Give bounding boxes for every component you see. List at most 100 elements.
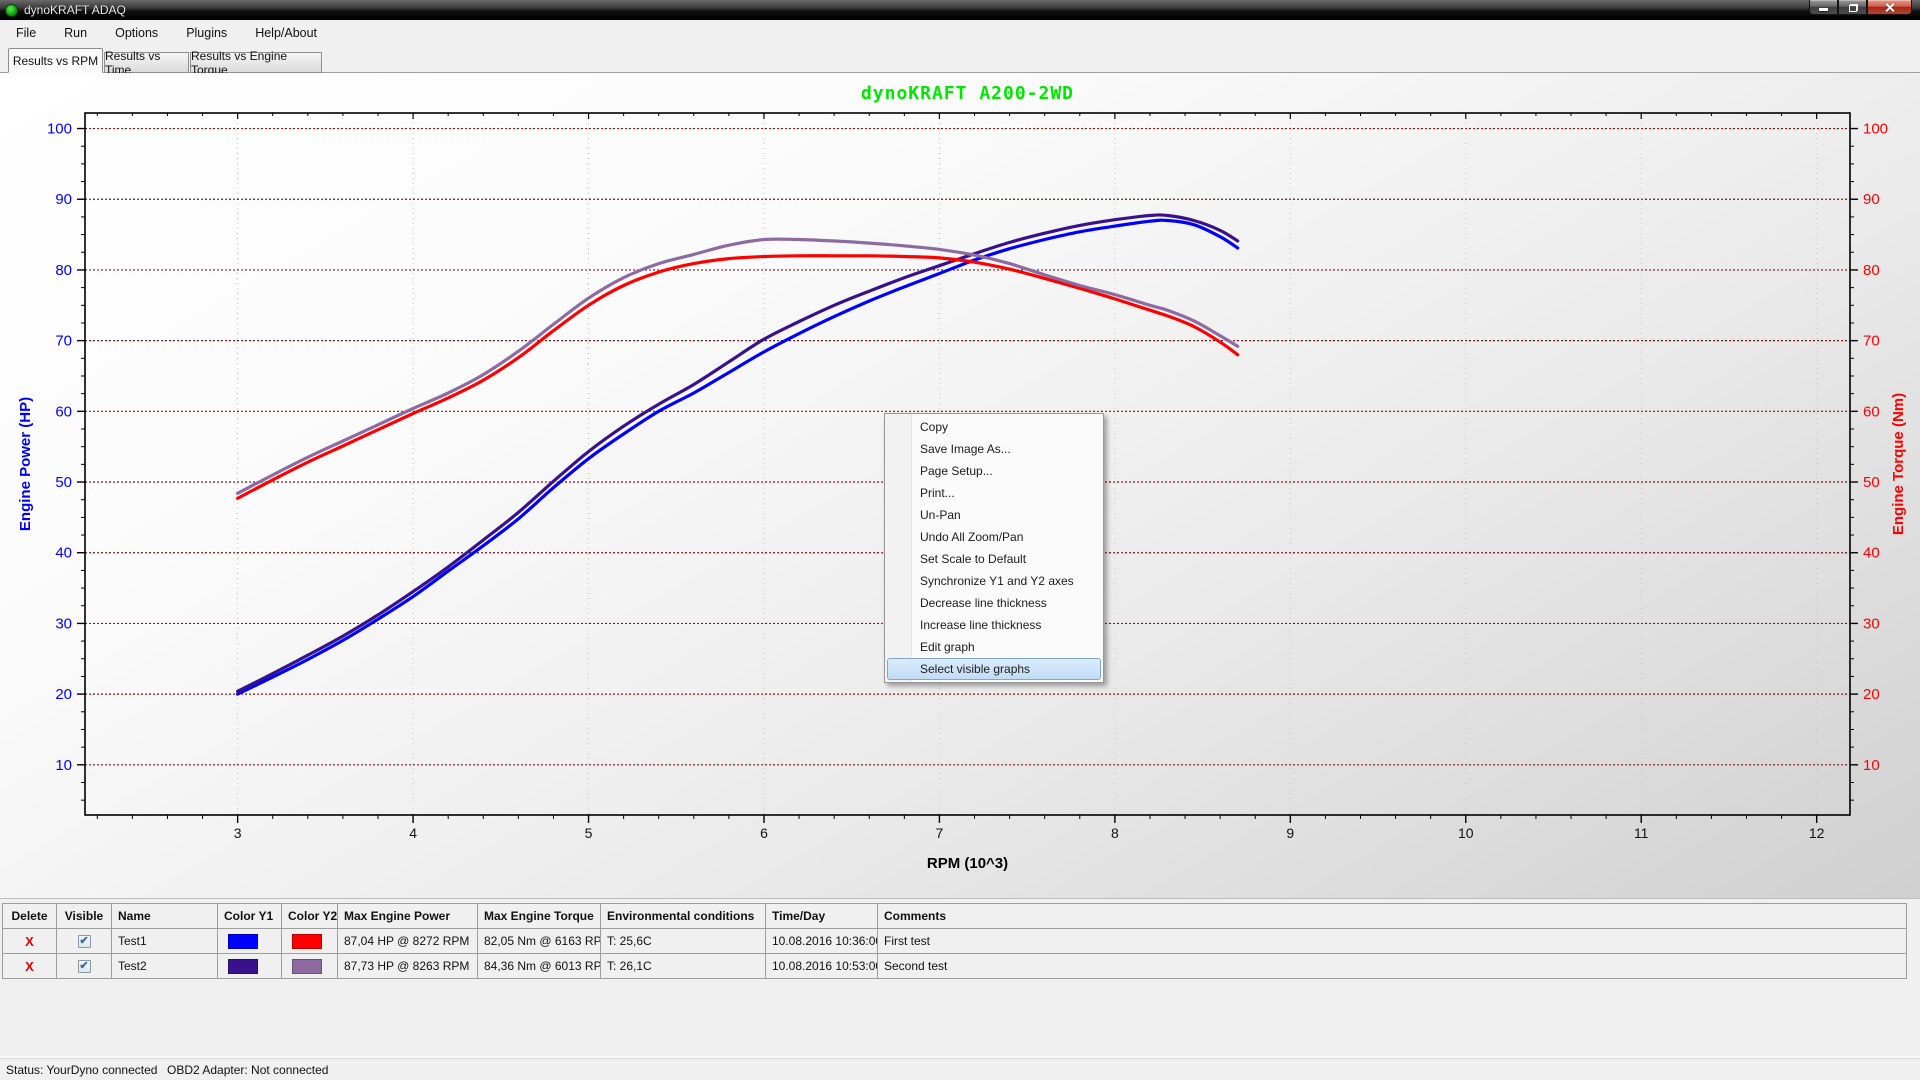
test1-env: T: 25,6C xyxy=(601,929,766,954)
y1-axis-title: Engine Power (HP) xyxy=(17,397,34,531)
test1-time-day: 10.08.2016 10:36:00 xyxy=(766,929,878,954)
app-window: { "window": { "title": "dynoKRAFT ADAQ" … xyxy=(0,0,1920,1080)
test1-max-power: 87,04 HP @ 8272 RPM xyxy=(338,929,478,954)
ctx-set-scale-default[interactable]: Set Scale to Default xyxy=(887,548,1101,570)
col-header-max-torque: Max Engine Torque xyxy=(478,904,601,929)
ctx-sync-y1-y2[interactable]: Synchronize Y1 and Y2 axes xyxy=(887,570,1101,592)
title-bar: dynoKRAFT ADAQ xyxy=(0,0,1920,20)
ctx-print[interactable]: Print... xyxy=(887,482,1101,504)
menu-file[interactable]: File xyxy=(8,22,44,44)
restore-icon xyxy=(1849,5,1857,12)
test2-name: Test2 xyxy=(112,954,218,979)
svg-text:60: 60 xyxy=(1863,403,1880,420)
ctx-un-pan[interactable]: Un-Pan xyxy=(887,504,1101,526)
ctx-edit-graph[interactable]: Edit graph xyxy=(887,636,1101,658)
svg-text:70: 70 xyxy=(55,333,72,350)
ctx-increase-thickness[interactable]: Increase line thickness xyxy=(887,614,1101,636)
results-table: Delete Visible Name Color Y1 Color Y2 Ma… xyxy=(2,903,1907,979)
restore-button[interactable] xyxy=(1838,0,1867,15)
test2-color-y1-swatch[interactable] xyxy=(228,959,258,974)
col-header-env: Environmental conditions xyxy=(601,904,766,929)
y2-axis-title: Engine Torque (Nm) xyxy=(1890,393,1907,535)
svg-text:90: 90 xyxy=(1863,191,1880,208)
status-yourdyno: Status: YourDyno connected xyxy=(6,1063,157,1077)
svg-text:6: 6 xyxy=(760,825,768,841)
test1-max-torque: 82,05 Nm @ 6163 RPM xyxy=(478,929,601,954)
x-axis-title: RPM (10^3) xyxy=(927,855,1008,872)
col-header-name: Name xyxy=(112,904,218,929)
menu-help-about[interactable]: Help/About xyxy=(247,22,325,44)
tab-results-vs-rpm[interactable]: Results vs RPM xyxy=(8,48,103,73)
minimize-button[interactable] xyxy=(1809,0,1838,15)
svg-text:9: 9 xyxy=(1286,825,1294,841)
svg-text:10: 10 xyxy=(1458,825,1474,841)
table-row-test2: X ✔ Test2 87,73 HP @ 8263 RPM 84,36 Nm @… xyxy=(3,954,1907,979)
app-icon xyxy=(5,4,18,17)
tab-results-vs-engine-torque[interactable]: Results vs Engine Torque xyxy=(190,52,322,73)
test2-max-power: 87,73 HP @ 8263 RPM xyxy=(338,954,478,979)
visible-test1-checkbox[interactable]: ✔ xyxy=(78,935,91,948)
menu-run[interactable]: Run xyxy=(56,22,95,44)
svg-text:50: 50 xyxy=(55,474,72,491)
svg-text:80: 80 xyxy=(55,262,72,279)
test2-color-y2-swatch[interactable] xyxy=(292,959,322,974)
svg-text:8: 8 xyxy=(1111,825,1119,841)
table-row-test1: X ✔ Test1 87,04 HP @ 8272 RPM 82,05 Nm @… xyxy=(3,929,1907,954)
svg-text:40: 40 xyxy=(55,545,72,562)
svg-text:20: 20 xyxy=(55,686,72,703)
col-header-color-y2: Color Y2 xyxy=(282,904,338,929)
svg-text:60: 60 xyxy=(55,403,72,420)
test1-comments[interactable]: First test xyxy=(878,929,1907,954)
test1-color-y1-swatch[interactable] xyxy=(228,934,258,949)
svg-text:12: 12 xyxy=(1809,825,1825,841)
close-icon xyxy=(1884,2,1895,13)
svg-text:11: 11 xyxy=(1634,825,1649,841)
col-header-color-y1: Color Y1 xyxy=(218,904,282,929)
status-bar: Status: YourDyno connected OBD2 Adapter:… xyxy=(0,1058,1920,1080)
test2-env: T: 26,1C xyxy=(601,954,766,979)
visible-test2-checkbox[interactable]: ✔ xyxy=(78,960,91,973)
svg-text:3: 3 xyxy=(234,825,242,841)
ctx-save-image-as[interactable]: Save Image As... xyxy=(887,438,1101,460)
chart-context-menu: Copy Save Image As... Page Setup... Prin… xyxy=(884,413,1104,683)
svg-text:80: 80 xyxy=(1863,262,1880,279)
col-header-delete: Delete xyxy=(3,904,57,929)
window-controls xyxy=(1809,0,1912,15)
svg-text:7: 7 xyxy=(936,825,944,841)
ctx-select-visible-graphs[interactable]: Select visible graphs xyxy=(887,658,1101,680)
minimize-icon xyxy=(1819,8,1828,11)
chart-title: dynoKRAFT A200-2WD xyxy=(861,83,1074,104)
col-header-max-power: Max Engine Power xyxy=(338,904,478,929)
col-header-visible: Visible xyxy=(57,904,112,929)
window-title: dynoKRAFT ADAQ xyxy=(24,3,126,17)
svg-text:100: 100 xyxy=(47,121,72,138)
test1-color-y2-swatch[interactable] xyxy=(292,934,322,949)
test2-comments[interactable]: Second test xyxy=(878,954,1907,979)
delete-test1-button[interactable]: X xyxy=(25,934,34,949)
menu-plugins[interactable]: Plugins xyxy=(178,22,235,44)
delete-test2-button[interactable]: X xyxy=(25,959,34,974)
ctx-undo-all-zoom-pan[interactable]: Undo All Zoom/Pan xyxy=(887,526,1101,548)
svg-text:4: 4 xyxy=(409,825,417,841)
col-header-time-day: Time/Day xyxy=(766,904,878,929)
test1-name: Test1 xyxy=(112,929,218,954)
ctx-page-setup[interactable]: Page Setup... xyxy=(887,460,1101,482)
ctx-decrease-thickness[interactable]: Decrease line thickness xyxy=(887,592,1101,614)
menu-options[interactable]: Options xyxy=(107,22,166,44)
svg-text:5: 5 xyxy=(585,825,593,841)
svg-text:20: 20 xyxy=(1863,686,1880,703)
col-header-comments: Comments xyxy=(878,904,1907,929)
menu-bar: File Run Options Plugins Help/About xyxy=(0,20,1920,46)
svg-text:10: 10 xyxy=(55,757,72,774)
svg-text:50: 50 xyxy=(1863,474,1880,491)
tab-strip: Results vs RPM Results vs Time Results v… xyxy=(0,46,1920,73)
results-table-header: Delete Visible Name Color Y1 Color Y2 Ma… xyxy=(3,904,1907,929)
status-obd2: OBD2 Adapter: Not connected xyxy=(167,1063,328,1077)
tab-results-vs-time[interactable]: Results vs Time xyxy=(104,52,189,73)
close-button[interactable] xyxy=(1867,0,1912,15)
svg-text:30: 30 xyxy=(55,615,72,632)
svg-text:90: 90 xyxy=(55,191,72,208)
test2-max-torque: 84,36 Nm @ 6013 RPM xyxy=(478,954,601,979)
svg-text:100: 100 xyxy=(1863,121,1888,138)
ctx-copy[interactable]: Copy xyxy=(887,416,1101,438)
